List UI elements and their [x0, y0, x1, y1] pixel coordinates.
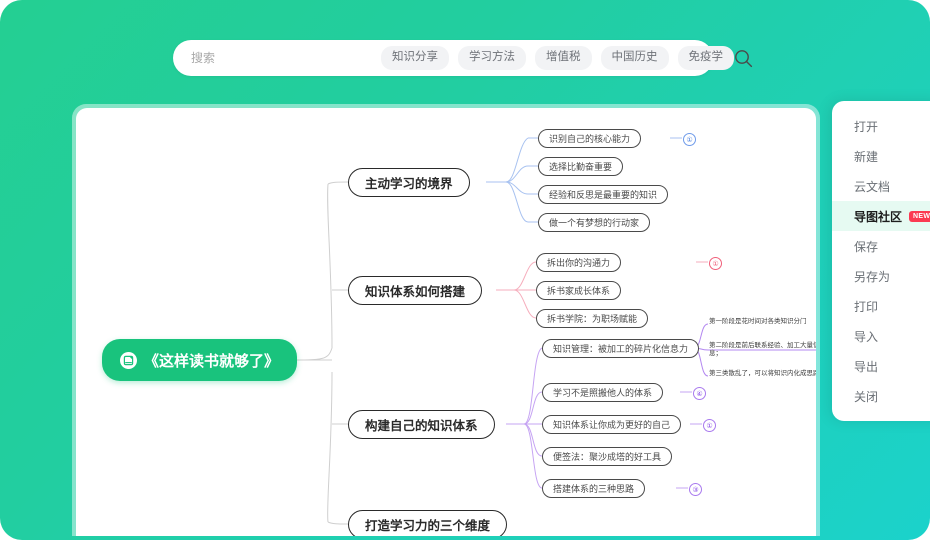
leaf-label: 搭建体系的三种思路 — [553, 484, 635, 494]
mindmap-branch-node-1[interactable]: 主动学习的境界 — [348, 168, 470, 197]
app-window: 知识分享学习方法增值税中国历史免疫学 — [0, 0, 930, 540]
branch-label: 构建自己的知识体系 — [365, 419, 478, 433]
mindmap-leaf-node[interactable]: 拆书家成长体系 — [536, 281, 622, 300]
mindmap-branch-node-3[interactable]: 构建自己的知识体系 — [348, 410, 495, 439]
leaf-label: 做一个有梦想的行动家 — [549, 218, 640, 228]
branch-label: 知识体系如何搭建 — [365, 285, 466, 299]
search-icon[interactable] — [734, 49, 753, 68]
mindmap-branch-node-2[interactable]: 知识体系如何搭建 — [348, 276, 483, 305]
leaf-label: 拆出你的沟通力 — [547, 258, 611, 268]
search-tag-list: 知识分享 学习方法 增值税 中国历史 免疫学 — [381, 46, 734, 70]
search-input[interactable] — [173, 51, 381, 65]
search-tag[interactable]: 学习方法 — [458, 46, 526, 70]
leaf-label: 知识管理：被加工的碎片化信息力 — [553, 344, 689, 354]
mindmap-root-label: 《这样读书就够了》 — [144, 352, 280, 370]
menu-item-label: 导出 — [854, 359, 879, 374]
mindmap-subnote[interactable]: 第三类散乱了，可以将知识内化成思路。 — [709, 370, 816, 378]
menu-item-label: 打开 — [854, 119, 879, 134]
leaf-badge[interactable]: ① — [703, 419, 716, 432]
leaf-label: 知识体系让你成为更好的自己 — [553, 420, 671, 430]
search-bar: 知识分享学习方法增值税中国历史免疫学 — [173, 40, 753, 76]
subnote-text: 第一阶段是花时间对各类知识分门 — [709, 318, 807, 325]
file-menu-panel: 打开新建云文档导图社区 NEW 保存另存为打印导入导出关闭 — [832, 101, 930, 421]
subnote-text: 第三类散乱了，可以将知识内化成思路。 — [709, 370, 816, 377]
mindmap-leaf-node[interactable]: 拆书学院：为职场赋能 — [536, 309, 649, 328]
menu-item-6[interactable]: 打印 — [832, 291, 930, 321]
search-tag[interactable]: 中国历史 — [600, 46, 669, 70]
leaf-badge[interactable]: ① — [683, 133, 696, 146]
menu-item-1[interactable]: 新建 — [832, 141, 930, 171]
menu-item-3[interactable]: 导图社区 NEW — [832, 201, 930, 231]
branch-label: 打造学习力的三个维度 — [365, 519, 491, 533]
mindmap-root-node[interactable]: 《这样读书就够了》 — [102, 339, 298, 381]
menu-item-label: 关闭 — [854, 389, 879, 404]
menu-item-label: 云文档 — [854, 179, 891, 194]
menu-item-7[interactable]: 导入 — [832, 321, 930, 351]
mindmap-leaf-node[interactable]: 选择比勤奋重要 — [538, 157, 624, 176]
mindmap-canvas-frame: 《这样读书就够了》 主动学习的境界 知识体系如何搭建 构建自己的知识体系 打造学… — [72, 104, 820, 536]
menu-item-label: 导图社区 — [854, 209, 903, 224]
note-icon — [120, 351, 137, 369]
mindmap-leaf-node[interactable]: 识别自己的核心能力 — [538, 129, 642, 148]
leaf-badge[interactable]: ① — [709, 257, 722, 270]
leaf-label: 经验和反思是最重要的知识 — [549, 190, 658, 200]
leaf-label: 学习不是照搬他人的体系 — [553, 388, 653, 398]
mindmap-subnote[interactable]: 第二阶段是前后联系经验、加工大量信息； — [709, 342, 816, 358]
leaf-label: 拆书学院：为职场赋能 — [547, 314, 638, 324]
subnote-text: 第二阶段是前后联系经验、加工大量信息； — [709, 342, 816, 358]
mindmap-leaf-node[interactable]: 拆出你的沟通力 — [536, 253, 622, 272]
menu-item-5[interactable]: 另存为 — [832, 261, 930, 291]
menu-item-label: 新建 — [854, 149, 879, 164]
menu-item-label: 导入 — [854, 329, 879, 344]
mindmap-leaf-node[interactable]: 做一个有梦想的行动家 — [538, 213, 651, 232]
mindmap-leaf-node[interactable]: 知识体系让你成为更好的自己 — [542, 415, 682, 434]
mindmap-subnote[interactable]: 第一阶段是花时间对各类知识分门 — [709, 318, 816, 326]
mindmap-canvas[interactable]: 《这样读书就够了》 主动学习的境界 知识体系如何搭建 构建自己的知识体系 打造学… — [76, 108, 816, 536]
new-badge: NEW — [909, 210, 930, 222]
menu-item-2[interactable]: 云文档 — [832, 171, 930, 201]
menu-item-label: 打印 — [854, 299, 879, 314]
mindmap-leaf-node[interactable]: 搭建体系的三种思路 — [542, 479, 646, 498]
leaf-badge[interactable]: ③ — [689, 483, 702, 496]
mindmap-leaf-node[interactable]: 便签法：聚沙成塔的好工具 — [542, 447, 673, 466]
menu-item-label: 保存 — [854, 239, 879, 254]
leaf-label: 选择比勤奋重要 — [549, 162, 613, 172]
search-tag[interactable]: 增值税 — [535, 46, 592, 70]
mindmap-leaf-node[interactable]: 经验和反思是最重要的知识 — [538, 185, 669, 204]
mindmap-branch-node-4[interactable]: 打造学习力的三个维度 — [348, 510, 508, 536]
leaf-label: 便签法：聚沙成塔的好工具 — [553, 452, 662, 462]
menu-item-9[interactable]: 关闭 — [832, 381, 930, 411]
leaf-label: 识别自己的核心能力 — [549, 134, 631, 144]
menu-item-0[interactable]: 打开 — [832, 111, 930, 141]
leaf-label: 拆书家成长体系 — [547, 286, 611, 296]
menu-item-8[interactable]: 导出 — [832, 351, 930, 381]
mindmap-leaf-node[interactable]: 知识管理：被加工的碎片化信息力 — [542, 339, 700, 358]
branch-label: 主动学习的境界 — [365, 177, 453, 191]
menu-item-4[interactable]: 保存 — [832, 231, 930, 261]
search-tag[interactable]: 知识分享 — [381, 46, 449, 70]
menu-item-label: 另存为 — [854, 269, 891, 284]
mindmap-leaf-node[interactable]: 学习不是照搬他人的体系 — [542, 383, 664, 402]
search-tag[interactable]: 免疫学 — [677, 46, 734, 70]
leaf-badge[interactable]: ④ — [693, 387, 706, 400]
